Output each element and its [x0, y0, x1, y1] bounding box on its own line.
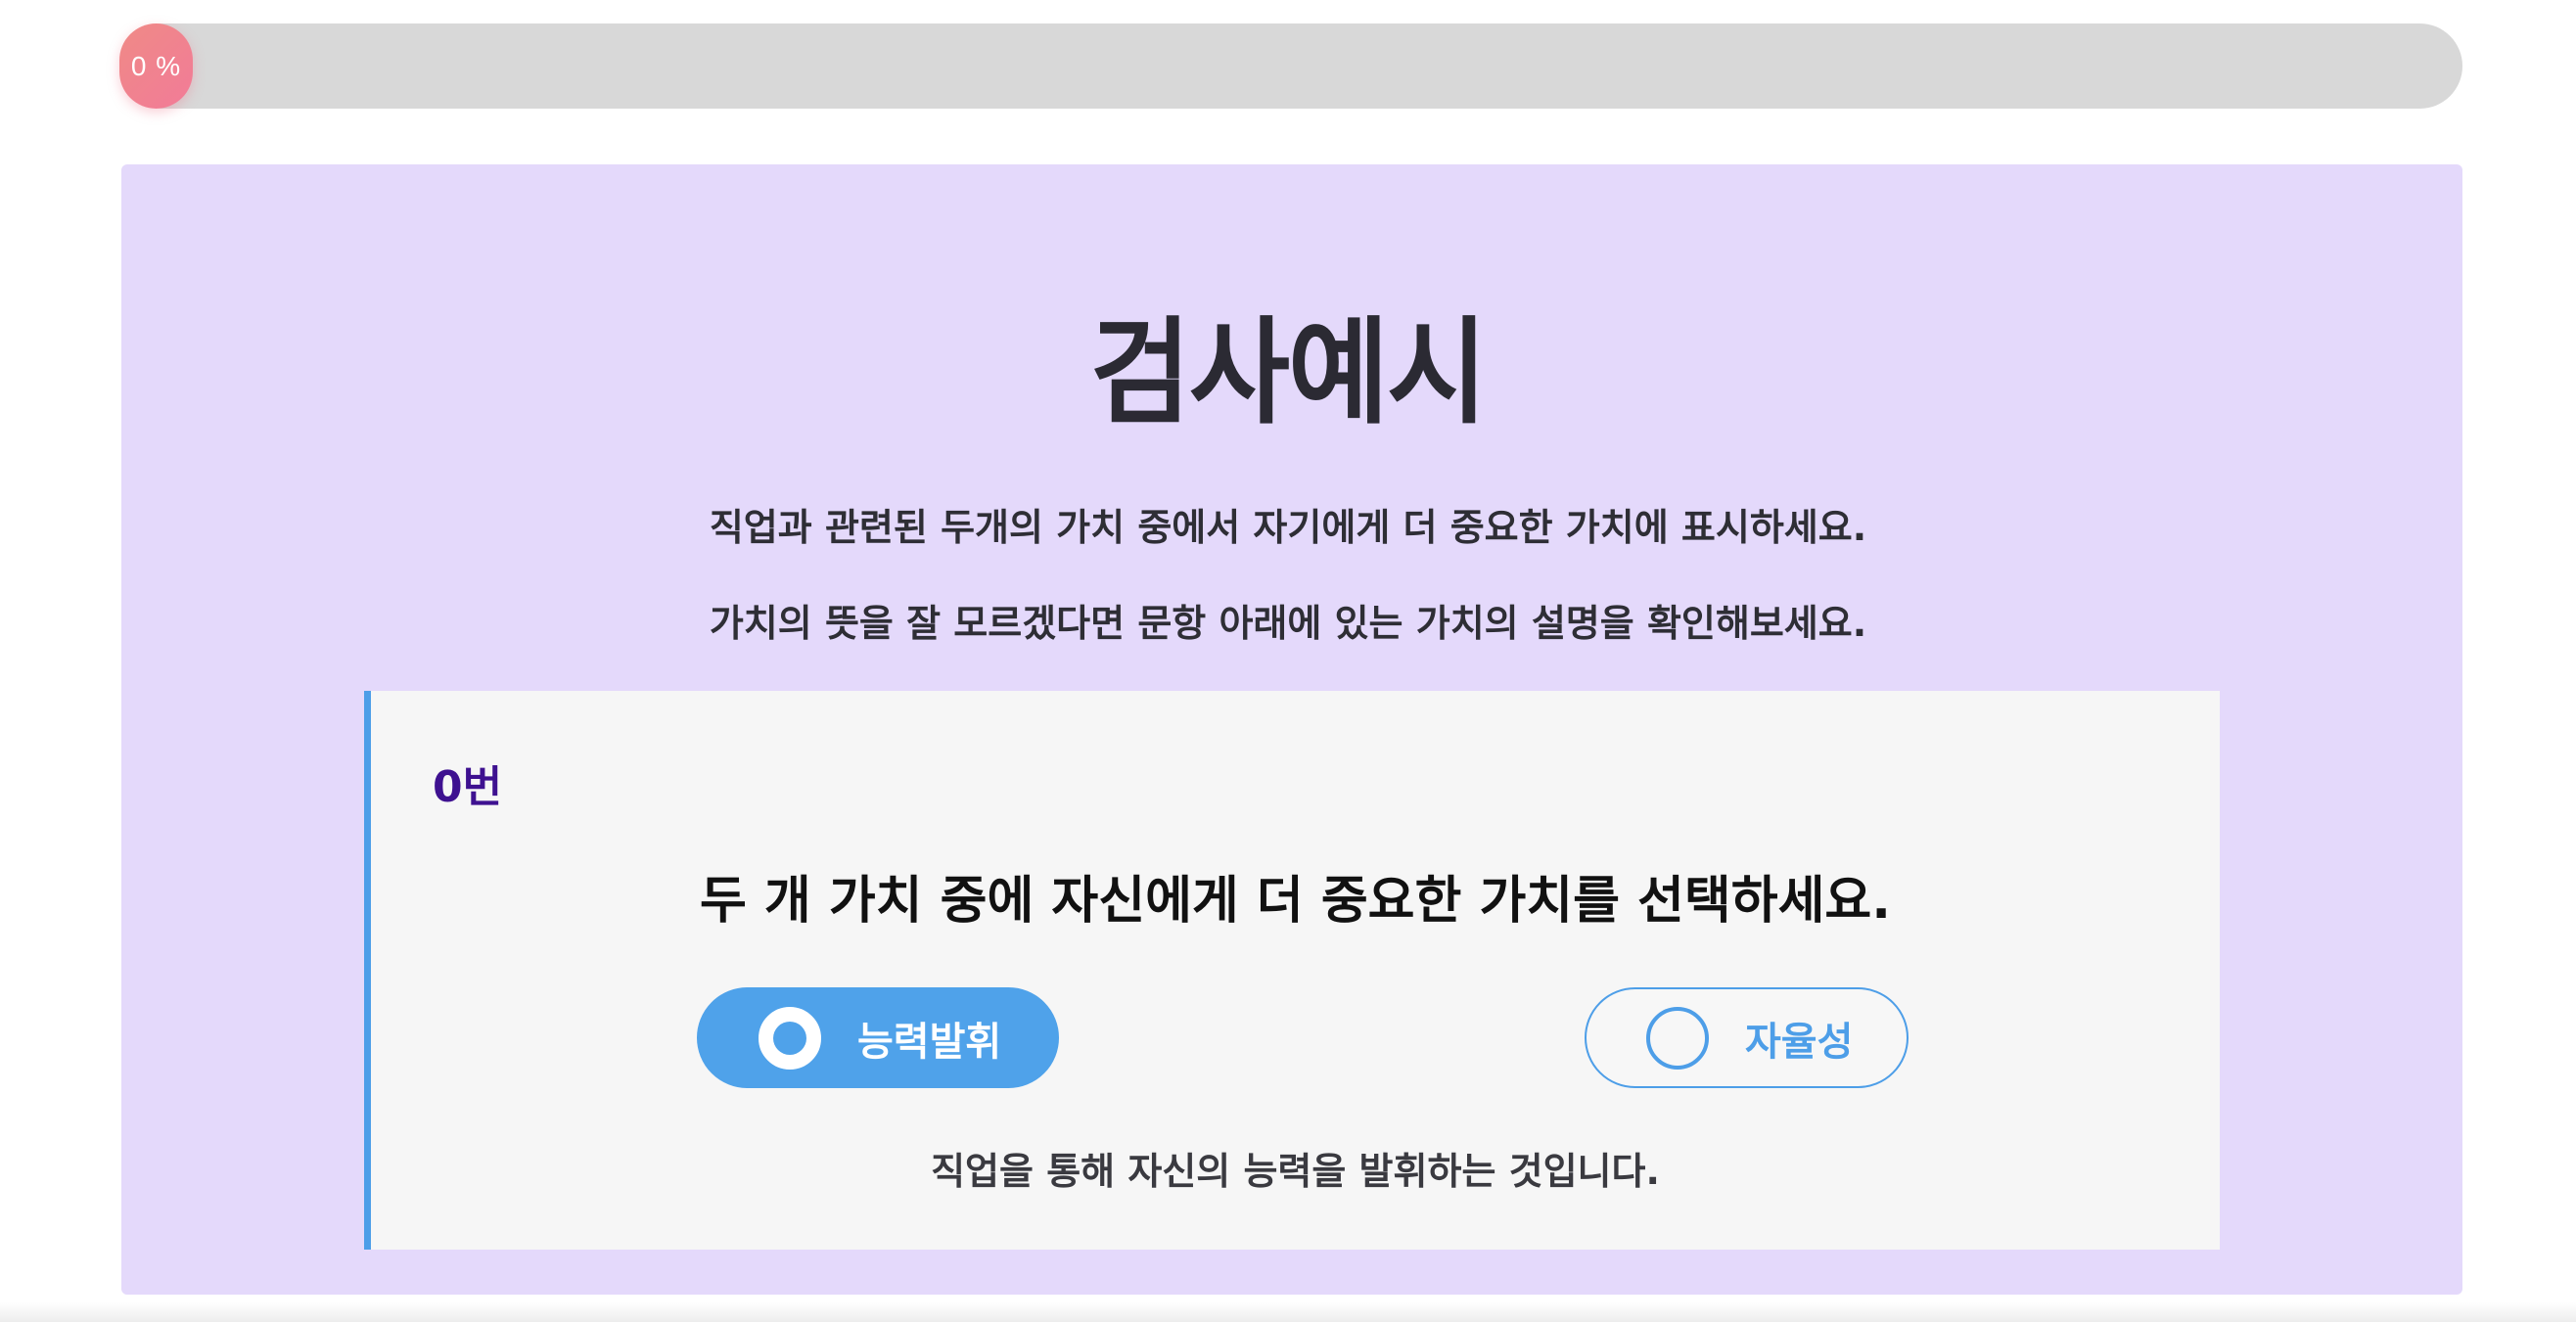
instruction-text-1: 직업과 관련된 두개의 가치 중에서 자기에게 더 중요한 가치에 표시하세요. — [709, 506, 1867, 549]
progress-indicator: 0 % — [119, 23, 193, 109]
radio-unselected-icon[interactable] — [1646, 1006, 1709, 1070]
instruction-text-2: 가치의 뜻을 잘 모르겠다면 문항 아래에 있는 가치의 설명을 확인해보세요. — [709, 602, 1867, 645]
bottom-shadow — [0, 1302, 2576, 1322]
choice-option-1-label: 능력발휘 — [857, 1019, 1002, 1065]
page-title: 검사예시 — [1089, 306, 1488, 440]
progress-percent-label: 0 % — [130, 50, 182, 81]
choice-option-1[interactable]: 능력발휘 — [697, 987, 1059, 1088]
question-number: 0번 — [433, 762, 503, 812]
choice-option-2[interactable]: 자율성 — [1585, 987, 1909, 1088]
question-card: 0번 두 개 가치 중에 자신에게 더 중요한 가치를 선택하세요. 능력발휘 … — [364, 691, 2220, 1250]
radio-selected-icon[interactable] — [759, 1006, 821, 1070]
progress-bar-track — [119, 23, 2462, 109]
value-description: 직업을 통해 자신의 능력을 발휘하는 것입니다. — [931, 1150, 1660, 1193]
choice-option-2-label: 자율성 — [1745, 1019, 1854, 1065]
question-prompt: 두 개 가치 중에 자신에게 더 중요한 가치를 선택하세요. — [699, 872, 1892, 931]
